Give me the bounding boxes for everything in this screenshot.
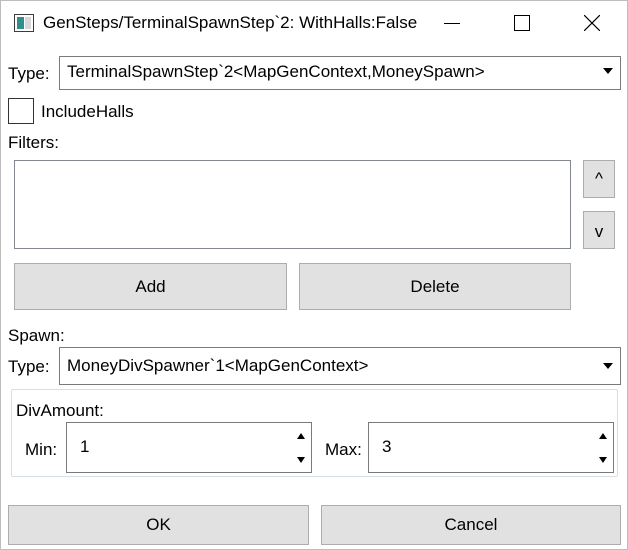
div-amount-label: DivAmount: <box>16 401 104 420</box>
move-down-button[interactable]: v <box>583 211 615 249</box>
maximize-button[interactable] <box>499 1 545 45</box>
cancel-button[interactable]: Cancel <box>321 505 621 545</box>
delete-button-label: Delete <box>410 277 460 296</box>
max-spinbox[interactable]: 3 <box>368 422 614 473</box>
spin-up-icon[interactable] <box>297 433 305 439</box>
include-halls-label[interactable]: IncludeHalls <box>41 102 134 122</box>
spin-down-icon[interactable] <box>297 457 305 463</box>
move-up-button[interactable]: ^ <box>583 160 615 198</box>
title-bar[interactable]: GenSteps/TerminalSpawnStep`2: WithHalls:… <box>1 1 627 47</box>
delete-button[interactable]: Delete <box>299 263 571 310</box>
close-icon <box>584 15 600 31</box>
move-down-label: v <box>594 222 604 241</box>
type-combobox[interactable]: TerminalSpawnStep`2<MapGenContext,MoneyS… <box>59 56 621 90</box>
filters-listbox[interactable] <box>14 160 571 249</box>
filters-label: Filters: <box>8 133 59 152</box>
cancel-button-label: Cancel <box>444 515 498 534</box>
spin-down-icon[interactable] <box>599 457 607 463</box>
chevron-down-icon <box>603 68 613 74</box>
spawn-type-combobox[interactable]: MoneyDivSpawner`1<MapGenContext> <box>59 347 621 385</box>
max-label: Max: <box>325 440 362 459</box>
spin-up-icon[interactable] <box>599 433 607 439</box>
dialog-window: GenSteps/TerminalSpawnStep`2: WithHalls:… <box>0 0 628 550</box>
add-button-label: Add <box>135 277 166 296</box>
spawn-type-label: Type: <box>8 357 50 376</box>
window-app-icon <box>14 14 34 32</box>
min-label: Min: <box>25 440 58 459</box>
window-title: GenSteps/TerminalSpawnStep`2: WithHalls:… <box>43 13 418 32</box>
maximize-icon <box>514 15 530 31</box>
minimize-button[interactable] <box>429 1 475 45</box>
type-combobox-value: TerminalSpawnStep`2<MapGenContext,MoneyS… <box>67 62 485 81</box>
chevron-down-icon <box>603 363 613 369</box>
spawn-label: Spawn: <box>8 326 65 345</box>
include-halls-checkbox[interactable] <box>8 98 34 124</box>
ok-button-label: OK <box>146 515 171 534</box>
ok-button[interactable]: OK <box>8 505 309 545</box>
close-button[interactable] <box>569 1 615 45</box>
add-button[interactable]: Add <box>14 263 287 310</box>
min-spinbox[interactable]: 1 <box>66 422 312 473</box>
minimize-icon <box>444 23 460 24</box>
move-up-label: ^ <box>595 169 603 188</box>
spawn-type-combobox-value: MoneyDivSpawner`1<MapGenContext> <box>67 356 369 375</box>
type-label: Type: <box>8 64 50 83</box>
min-value: 1 <box>80 437 90 456</box>
max-value: 3 <box>382 437 392 456</box>
